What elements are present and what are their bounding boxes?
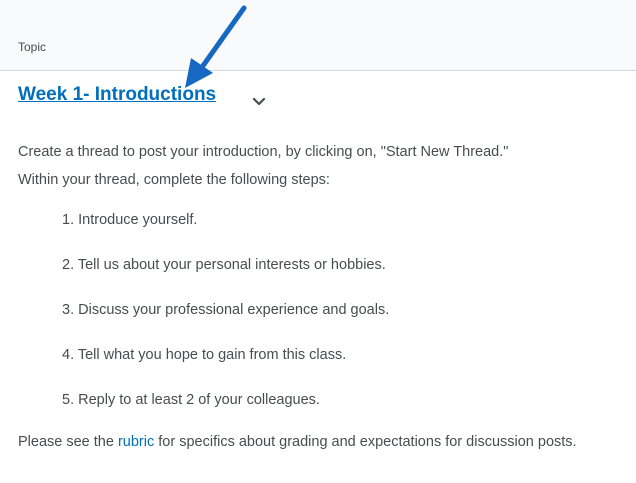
topic-header: Topic <box>0 0 636 71</box>
list-item: 2. Tell us about your personal interests… <box>62 257 386 273</box>
list-item: 3. Discuss your professional experience … <box>62 302 390 318</box>
instructions-intro: Create a thread to post your introductio… <box>18 138 618 194</box>
rubric-note-after: for specifics about grading and expectat… <box>154 434 577 450</box>
list-item: 1. Introduce yourself. <box>62 212 198 228</box>
steps-list: 1. Introduce yourself. 2. Tell us about … <box>62 209 389 434</box>
list-item: 4. Tell what you hope to gain from this … <box>62 347 347 363</box>
topic-title-link[interactable]: Week 1- Introductions <box>18 84 216 106</box>
intro-line-1: Create a thread to post your introductio… <box>18 144 509 160</box>
chevron-down-icon[interactable] <box>250 95 268 109</box>
topic-label: Topic <box>18 40 47 54</box>
rubric-note: Please see the rubric for specifics abou… <box>18 428 628 456</box>
rubric-note-before: Please see the <box>18 434 118 450</box>
rubric-link[interactable]: rubric <box>118 434 154 450</box>
intro-line-2: Within your thread, complete the followi… <box>18 172 330 188</box>
